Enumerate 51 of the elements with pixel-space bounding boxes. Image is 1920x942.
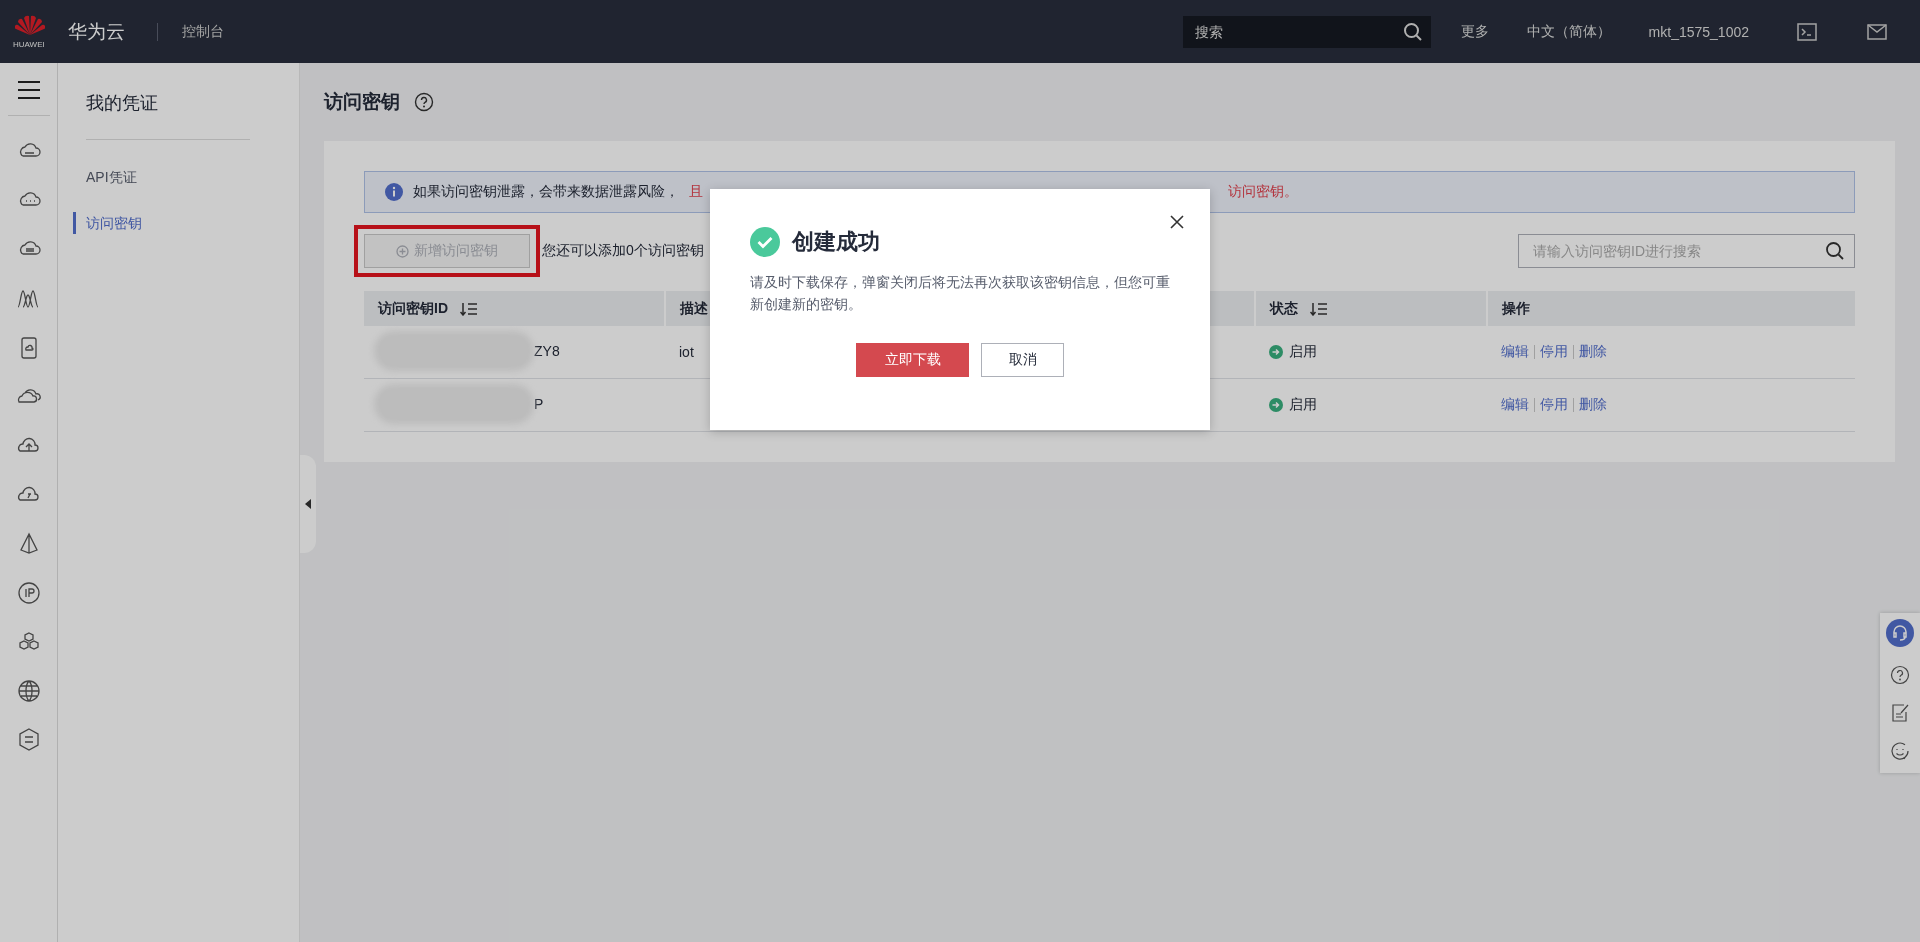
quota-text: 您还可以添加0个访问密钥 bbox=[542, 242, 704, 260]
column-header: 操作 bbox=[1487, 291, 1855, 326]
status-text: 启用 bbox=[1289, 342, 1317, 361]
action-link[interactable]: 编辑 bbox=[1501, 396, 1529, 414]
top-menu-item[interactable]: 中文（简体） bbox=[1526, 22, 1611, 41]
key-id: ZY8 bbox=[534, 342, 560, 359]
mail-icon[interactable] bbox=[1867, 23, 1887, 40]
search-icon[interactable] bbox=[1825, 241, 1845, 261]
action-link[interactable]: 删除 bbox=[1579, 343, 1607, 361]
plus-circle-icon bbox=[396, 244, 409, 258]
headset-icon[interactable] bbox=[1886, 619, 1914, 647]
info-icon bbox=[385, 183, 403, 201]
sort-icon[interactable] bbox=[1310, 301, 1328, 316]
dialog-title: 创建成功 bbox=[792, 228, 880, 256]
collapse-handle[interactable] bbox=[300, 455, 316, 553]
logo-caption: HUAWEI bbox=[13, 40, 45, 49]
top-menu-item[interactable]: 更多 bbox=[1460, 22, 1489, 41]
action-link[interactable]: 停用 bbox=[1540, 396, 1568, 414]
search-field[interactable]: 搜索 bbox=[1182, 15, 1431, 48]
console-link[interactable]: 控制台 bbox=[182, 22, 224, 41]
smiley-icon[interactable] bbox=[1890, 741, 1910, 761]
column-header[interactable]: 状态 bbox=[1255, 291, 1487, 326]
warning-message: 且 bbox=[689, 183, 703, 201]
help-icon[interactable] bbox=[414, 92, 434, 112]
cancel-button[interactable]: 取消 bbox=[981, 343, 1064, 377]
action-link[interactable]: 编辑 bbox=[1501, 343, 1529, 361]
key-id: P bbox=[534, 395, 544, 412]
close-icon[interactable] bbox=[1169, 214, 1185, 230]
nav-title: 我的凭证 bbox=[86, 92, 159, 115]
page-title: 访问密钥 bbox=[324, 90, 400, 114]
description-text: iot bbox=[679, 344, 694, 360]
warning-message: 如果访问密钥泄露，会带来数据泄露风险， bbox=[413, 183, 679, 201]
sort-icon[interactable] bbox=[460, 301, 478, 316]
nav-item[interactable]: API凭证 bbox=[73, 166, 137, 188]
nav-item[interactable]: 访问密钥 bbox=[73, 212, 142, 234]
terminal-icon[interactable] bbox=[1797, 22, 1817, 41]
edit-icon[interactable] bbox=[1890, 703, 1910, 723]
search-icon[interactable] bbox=[1402, 21, 1423, 42]
top-menu-item[interactable]: mkt_1575_1002 bbox=[1648, 23, 1749, 40]
help-icon[interactable] bbox=[1890, 665, 1910, 685]
column-header[interactable]: 访问密钥ID bbox=[364, 291, 665, 326]
status-text: 启用 bbox=[1289, 395, 1317, 414]
search-field[interactable]: 请输入访问密钥ID进行搜索 bbox=[1518, 234, 1855, 268]
action-link[interactable]: 删除 bbox=[1579, 396, 1607, 414]
warning-message: 访问密钥。 bbox=[1228, 183, 1298, 201]
action-link[interactable]: 停用 bbox=[1540, 343, 1568, 361]
brand-name[interactable]: 华为云 bbox=[68, 18, 125, 45]
download-button[interactable]: 立即下载 bbox=[856, 343, 969, 377]
check-circle-icon bbox=[750, 227, 780, 257]
menu-icon[interactable] bbox=[16, 80, 41, 100]
caret-icon bbox=[305, 499, 311, 509]
